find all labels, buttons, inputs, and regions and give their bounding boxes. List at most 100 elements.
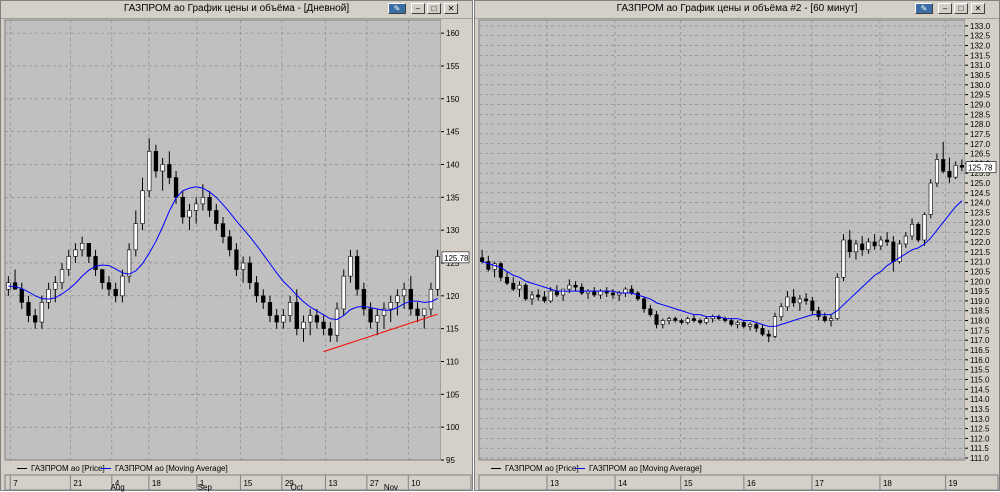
candle-body	[654, 314, 659, 325]
candle-body	[822, 316, 827, 321]
y-tick-label: 160	[446, 29, 460, 38]
legend-swatch-moving-average	[575, 468, 585, 470]
candle-body	[133, 223, 138, 251]
candle-body	[200, 197, 206, 205]
candle-body	[120, 275, 125, 297]
candle-body	[804, 298, 809, 302]
y-tick-label: 116.5	[970, 346, 990, 355]
candle-body	[173, 177, 179, 198]
candle-body	[220, 223, 226, 238]
candle-body	[234, 249, 239, 270]
candle-body	[39, 302, 45, 323]
candle-body	[741, 322, 746, 327]
candle-body	[505, 277, 510, 284]
candle-body	[754, 324, 759, 329]
x-tick-label: 16	[747, 479, 756, 488]
candle-body	[498, 263, 503, 278]
candle-body	[46, 288, 51, 303]
candle-body	[517, 284, 522, 290]
candle-body	[388, 302, 393, 310]
last-price-label: 125.78	[968, 164, 993, 173]
candle-body	[766, 333, 771, 337]
candle-body	[153, 151, 159, 172]
daily-price-chart[interactable]: 9510010511011512012513013514014515015516…	[1, 1, 474, 492]
y-tick-label: 115	[446, 325, 459, 334]
candle-body	[667, 318, 672, 321]
hourly-chart-legend: ГАЗПРОМ ао [Price] ГАЗПРОМ ао [Moving Av…	[475, 462, 955, 476]
candle-body	[691, 318, 696, 321]
daily-chart-legend: ГАЗПРОМ ао [Price] ГАЗПРОМ ао [Moving Av…	[1, 462, 441, 476]
candle-body	[635, 292, 640, 300]
candle-body	[554, 290, 559, 296]
y-tick-label: 133.0	[970, 22, 991, 31]
candle-body	[860, 243, 865, 251]
candle-body	[959, 165, 964, 168]
candle-body	[629, 288, 634, 294]
candle-body	[760, 328, 765, 335]
candle-body	[679, 320, 684, 323]
y-tick-label: 129.0	[970, 100, 991, 109]
candle-body	[853, 243, 858, 253]
candle-body	[375, 315, 380, 323]
candle-body	[536, 294, 541, 298]
candle-body	[573, 284, 578, 288]
candle-body	[422, 308, 427, 316]
last-price-label: 125.78	[444, 254, 469, 263]
candle-body	[187, 210, 192, 218]
daily-chart-window: ГАЗПРОМ ао График цены и объёма - [Дневн…	[0, 0, 474, 492]
candle-body	[492, 263, 497, 270]
candle-body	[180, 197, 185, 218]
candle-body	[428, 288, 434, 310]
x-tick-label: 15	[243, 479, 252, 488]
hourly-price-chart[interactable]: 111.0111.5112.0112.5113.0113.5114.0114.5…	[475, 1, 1000, 492]
candle-body	[106, 282, 112, 290]
candle-body	[113, 288, 118, 297]
y-tick-label: 123.0	[970, 218, 991, 227]
candle-body	[267, 302, 273, 316]
y-tick-label: 121.5	[970, 248, 991, 257]
candle-body	[254, 282, 259, 297]
y-tick-label: 155	[446, 62, 460, 71]
candle-body	[314, 315, 320, 323]
legend-swatch-price	[491, 468, 501, 470]
legend-label-moving-average: ГАЗПРОМ ао [Moving Average]	[589, 464, 702, 473]
y-tick-label: 130.0	[970, 81, 991, 90]
candle-body	[916, 223, 921, 241]
y-tick-label: 105	[446, 390, 460, 399]
x-tick-label: 19	[949, 479, 958, 488]
candle-body	[308, 315, 313, 323]
legend-swatch-price	[17, 468, 27, 470]
candle-body	[19, 288, 24, 303]
candle-body	[648, 308, 653, 315]
candle-body	[274, 315, 279, 323]
candle-body	[922, 214, 927, 241]
candle-body	[878, 239, 883, 247]
y-tick-label: 125.0	[970, 179, 991, 188]
y-tick-label: 115.0	[970, 375, 990, 384]
candle-body	[934, 159, 939, 184]
y-tick-label: 118.5	[970, 307, 990, 316]
candle-body	[567, 284, 572, 290]
candle-body	[147, 151, 152, 192]
x-tick-label: 15	[684, 479, 693, 488]
y-tick-label: 119.5	[970, 287, 990, 296]
y-tick-label: 112.5	[970, 425, 990, 434]
legend-label-price: ГАЗПРОМ ао [Price]	[31, 464, 105, 473]
y-tick-label: 114.5	[970, 385, 990, 394]
y-tick-label: 130	[446, 226, 460, 235]
y-tick-label: 122.0	[970, 238, 991, 247]
candle-body	[355, 256, 360, 290]
hourly-chart-window: ГАЗПРОМ ао График цены и объёма #2 - [60…	[474, 0, 1000, 491]
candle-body	[33, 315, 38, 323]
x-tick-label: 18	[883, 479, 892, 488]
y-tick-label: 112.0	[970, 434, 990, 443]
legend-item-price: ГАЗПРОМ ао [Price]	[17, 464, 105, 473]
candle-body	[160, 164, 165, 172]
plot-area	[478, 19, 966, 461]
candle-body	[835, 277, 840, 319]
legend-item-moving-average: ГАЗПРОМ ао [Moving Average]	[101, 464, 228, 473]
candle-body	[642, 298, 647, 310]
candle-body	[281, 315, 286, 323]
x-tick-label: 14	[618, 479, 627, 488]
x-tick-label: 21	[73, 479, 82, 488]
